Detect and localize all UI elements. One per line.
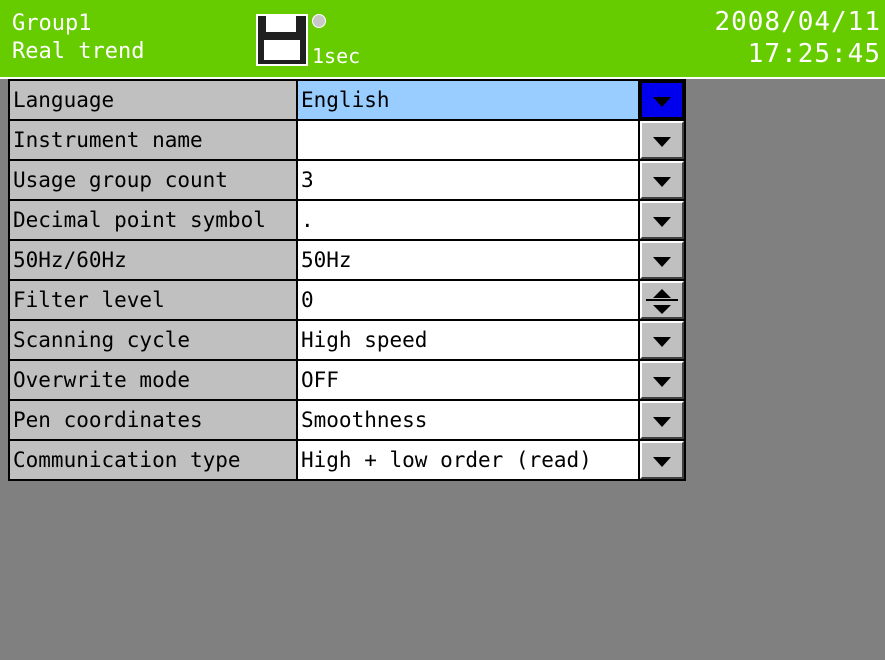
dropdown-button[interactable]: [640, 361, 684, 399]
dropdown-button[interactable]: [640, 121, 684, 159]
group-name: Group1: [12, 11, 92, 36]
chevron-up-icon: [653, 289, 671, 298]
chevron-down-icon: [653, 217, 671, 227]
datetime: 2008/04/11 17:25:45: [714, 6, 881, 70]
chevron-down-icon: [653, 417, 671, 427]
spinner-button[interactable]: [640, 281, 684, 319]
setting-row-instrument-name: Instrument name: [10, 121, 684, 159]
setting-label: 50Hz/60Hz: [10, 241, 296, 279]
setting-value-field[interactable]: High speed: [298, 321, 638, 359]
chevron-down-icon: [653, 457, 671, 467]
setting-label: Pen coordinates: [10, 401, 296, 439]
dropdown-button[interactable]: [640, 241, 684, 279]
status-led-icon: [312, 14, 326, 28]
chevron-down-icon: [653, 257, 671, 267]
dropdown-button[interactable]: [640, 161, 684, 199]
chevron-down-icon: [653, 177, 671, 187]
spinner-divider: [646, 299, 678, 301]
setting-row-language: Language English: [10, 81, 684, 119]
setting-value-field[interactable]: 0: [298, 281, 638, 319]
setting-row-overwrite-mode: Overwrite mode OFF: [10, 361, 684, 399]
setting-label: Scanning cycle: [10, 321, 296, 359]
setting-value-field[interactable]: [298, 121, 638, 159]
chevron-down-icon: [653, 305, 671, 314]
settings-table: Language English Instrument name Usage g…: [8, 79, 686, 481]
dropdown-button[interactable]: [640, 321, 684, 359]
setting-label: Overwrite mode: [10, 361, 296, 399]
setting-row-decimal-point-symbol: Decimal point symbol .: [10, 201, 684, 239]
status-header: Group1 Real trend 1sec 2008/04/11 17:25:…: [0, 0, 885, 79]
dropdown-button[interactable]: [640, 201, 684, 239]
floppy-disk-icon: [256, 14, 308, 66]
time-display: 17:25:45: [747, 39, 881, 69]
setting-label: Language: [10, 81, 296, 119]
chevron-down-icon: [653, 97, 671, 107]
setting-value-field[interactable]: OFF: [298, 361, 638, 399]
setting-value-field[interactable]: 50Hz: [298, 241, 638, 279]
setting-row-frequency: 50Hz/60Hz 50Hz: [10, 241, 684, 279]
setting-value-field[interactable]: English: [298, 81, 638, 119]
setting-label: Communication type: [10, 441, 296, 479]
date-display: 2008/04/11: [714, 7, 881, 37]
setting-row-filter-level: Filter level 0: [10, 281, 684, 319]
setting-label: Usage group count: [10, 161, 296, 199]
setting-value-field[interactable]: Smoothness: [298, 401, 638, 439]
dropdown-button[interactable]: [640, 441, 684, 479]
setting-value-field[interactable]: 3: [298, 161, 638, 199]
dropdown-button[interactable]: [640, 401, 684, 439]
setting-value-field[interactable]: .: [298, 201, 638, 239]
setting-label: Decimal point symbol: [10, 201, 296, 239]
setting-row-usage-group-count: Usage group count 3: [10, 161, 684, 199]
sample-interval: 1sec: [312, 44, 361, 68]
chevron-down-icon: [653, 137, 671, 147]
setting-label: Filter level: [10, 281, 296, 319]
setting-label: Instrument name: [10, 121, 296, 159]
chevron-down-icon: [653, 337, 671, 347]
header-left: Group1 Real trend: [12, 10, 144, 66]
setting-row-scanning-cycle: Scanning cycle High speed: [10, 321, 684, 359]
display-mode: Real trend: [12, 39, 145, 64]
setting-value-field[interactable]: High + low order (read): [298, 441, 638, 479]
dropdown-button[interactable]: [640, 81, 684, 119]
setting-row-pen-coordinates: Pen coordinates Smoothness: [10, 401, 684, 439]
setting-row-communication-type: Communication type High + low order (rea…: [10, 441, 684, 479]
chevron-down-icon: [653, 377, 671, 387]
